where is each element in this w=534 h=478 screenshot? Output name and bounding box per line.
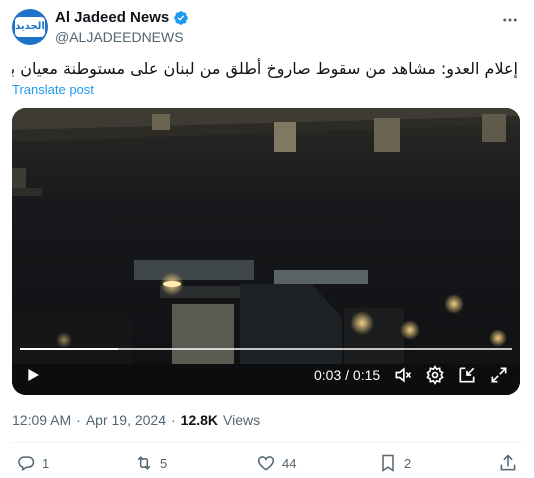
verified-badge-icon [174,10,189,25]
video-controls: 0:03 / 0:15 [12,360,520,390]
post-time[interactable]: 12:09 AM [12,412,71,428]
reply-icon [18,456,35,471]
mute-button[interactable] [392,364,414,386]
post-text: إعلام العدو: مشاهد من سقوط صاروخ أُطلق م… [12,59,518,78]
dock-icon [459,367,475,383]
fullscreen-button[interactable] [488,364,510,386]
repost-count: 5 [160,455,168,471]
more-options-button[interactable] [500,10,520,30]
like-count: 44 [282,455,297,471]
bookmark-button[interactable]: 2 [378,452,411,474]
video-frame [12,108,520,395]
play-icon [28,369,39,381]
action-bar: 1 5 44 2 [12,452,522,476]
video-time: 0:03 / 0:15 [314,367,381,383]
account-handle[interactable]: @ALJADEEDNEWS [55,29,184,45]
avatar[interactable]: الجديد [12,9,48,45]
meta-separator: · [76,412,81,428]
repost-button[interactable]: 5 [134,452,167,474]
fullscreen-icon [491,367,507,383]
post-meta: 12:09 AM · Apr 19, 2024 · 12.8K Views [12,412,260,428]
repost-icon [137,456,151,470]
video-player[interactable]: 0:03 / 0:15 [12,108,520,395]
like-button[interactable]: 44 [256,452,296,474]
post-date[interactable]: Apr 19, 2024 [86,412,166,428]
dock-video-button[interactable] [456,364,478,386]
settings-button[interactable] [424,364,446,386]
post-header: الجديد Al Jadeed News @ALJADEEDNEWS [12,6,522,50]
meta-separator: · [171,412,176,428]
bookmark-icon [382,454,394,472]
reply-count: 1 [42,455,50,471]
heart-icon [257,456,275,471]
bookmark-count: 2 [404,455,412,471]
translate-post-link[interactable]: Translate post [12,82,94,97]
play-button[interactable] [22,364,44,386]
display-name[interactable]: Al Jadeed News [55,9,169,26]
avatar-logo: الجديد [15,21,45,32]
reply-button[interactable]: 1 [16,452,49,474]
divider [12,442,522,443]
video-progress-bar[interactable] [20,348,512,350]
volume-muted-icon [395,367,412,383]
views-label: Views [223,412,261,428]
video-progress-fill [20,348,119,350]
share-icon [500,454,516,471]
views-count: 12.8K [180,412,219,428]
gear-icon [426,365,444,385]
more-dots-icon [503,18,517,22]
share-button[interactable] [498,452,518,474]
